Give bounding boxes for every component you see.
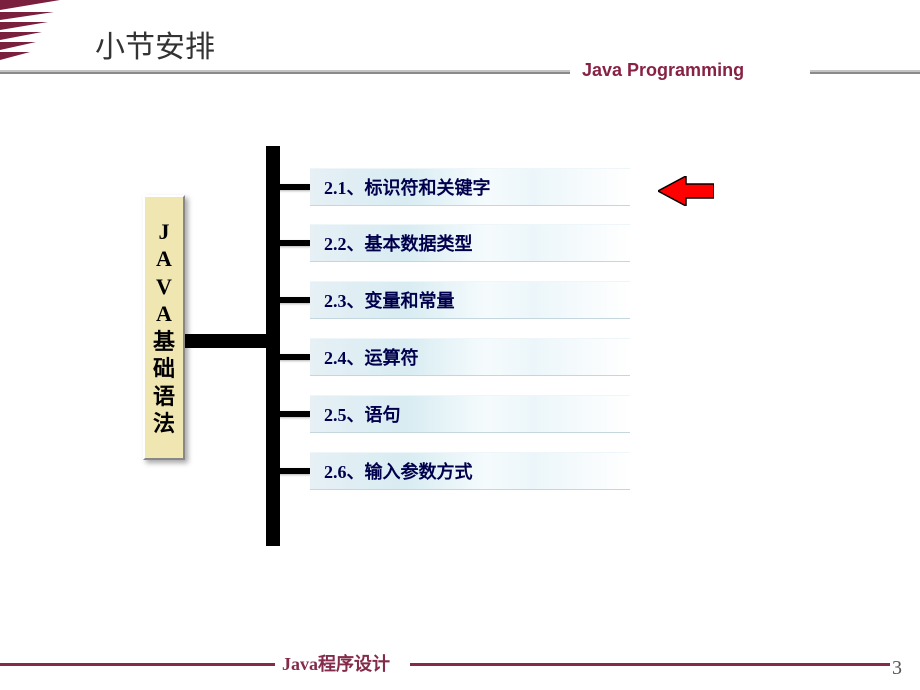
section-item-2-4: 2.4、运算符 bbox=[310, 338, 630, 376]
branch-connector bbox=[278, 240, 310, 246]
section-item-2-1: 2.1、标识符和关键字 bbox=[310, 168, 630, 206]
section-item-2-2: 2.2、基本数据类型 bbox=[310, 224, 630, 262]
header-rule-right bbox=[810, 70, 920, 74]
branch-connector bbox=[278, 411, 310, 417]
footer-rule-right bbox=[410, 663, 890, 666]
corner-decoration-icon bbox=[0, 0, 60, 60]
branch-connector bbox=[278, 184, 310, 190]
footer-rule-left bbox=[0, 663, 275, 666]
section-item-2-6: 2.6、输入参数方式 bbox=[310, 452, 630, 490]
slide-subtitle: Java Programming bbox=[582, 60, 744, 81]
section-item-2-5: 2.5、语句 bbox=[310, 395, 630, 433]
branch-connector bbox=[278, 354, 310, 360]
chapter-side-label: J A V A 基 础 语 法 bbox=[143, 195, 185, 460]
slide-header: 小节安排 Java Programming bbox=[0, 0, 920, 80]
section-item-2-3: 2.3、变量和常量 bbox=[310, 281, 630, 319]
current-section-arrow-icon bbox=[658, 176, 714, 206]
page-number: 3 bbox=[892, 657, 902, 680]
slide-title: 小节安排 bbox=[95, 22, 215, 66]
footer-title: Java程序设计 bbox=[282, 650, 390, 676]
bracket-vertical bbox=[266, 146, 280, 546]
branch-connector bbox=[278, 297, 310, 303]
bracket-horizontal bbox=[185, 334, 267, 348]
branch-connector bbox=[278, 468, 310, 474]
slide-footer: Java程序设计 3 bbox=[0, 650, 920, 684]
header-rule-left bbox=[0, 70, 570, 74]
outline-diagram: J A V A 基 础 语 法 2.1、标识符和关键字 2.2、基本数据类型 2… bbox=[140, 150, 730, 550]
